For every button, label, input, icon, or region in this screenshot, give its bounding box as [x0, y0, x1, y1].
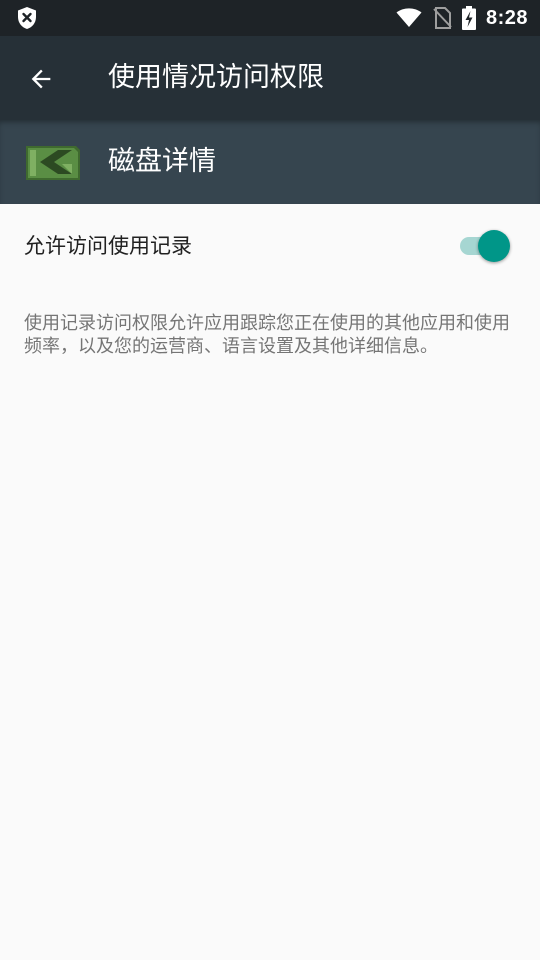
disk-app-icon	[26, 146, 80, 180]
allow-usage-access-row[interactable]: 允许访问使用记录	[0, 204, 540, 288]
toggle-thumb	[478, 230, 510, 262]
allow-usage-access-toggle[interactable]	[458, 228, 512, 264]
battery-charging-icon	[461, 6, 476, 30]
app-name: 磁盘详情	[108, 146, 216, 177]
status-bar: 8:28	[0, 0, 540, 36]
status-icons: 8:28	[396, 0, 528, 36]
page-title: 使用情况访问权限	[108, 62, 324, 93]
app-header: 磁盘详情	[0, 120, 540, 204]
shield-x-icon	[18, 7, 36, 29]
content-area: 允许访问使用记录 使用记录访问权限允许应用跟踪您正在使用的其他应用和使用频率，以…	[0, 204, 540, 960]
app-bar: 使用情况访问权限	[0, 36, 540, 120]
description-text: 使用记录访问权限允许应用跟踪您正在使用的其他应用和使用频率，以及您的运营商、语言…	[24, 313, 510, 357]
no-sim-icon	[433, 7, 452, 29]
arrow-left-icon	[31, 69, 51, 89]
setting-label: 允许访问使用记录	[24, 234, 192, 258]
back-button[interactable]	[18, 56, 64, 102]
wifi-icon	[396, 8, 422, 27]
status-time: 8:28	[485, 6, 528, 29]
